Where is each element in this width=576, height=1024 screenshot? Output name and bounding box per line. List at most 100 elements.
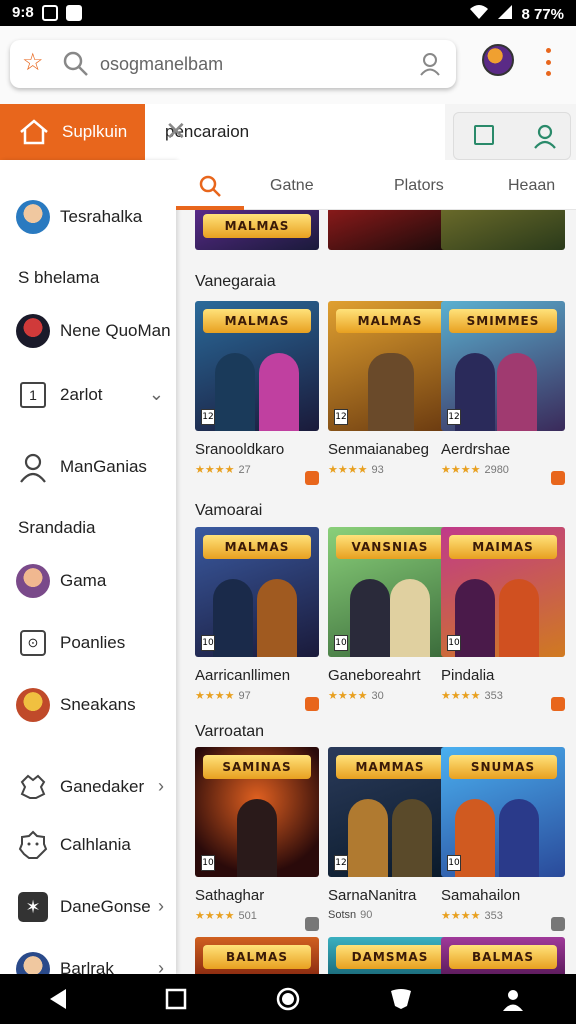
status-time: 9:8 xyxy=(12,4,34,21)
search-icon[interactable] xyxy=(198,174,222,198)
game-logo: BALMAS xyxy=(449,945,557,969)
chevron-right-icon: › xyxy=(158,776,164,796)
person-icon[interactable] xyxy=(502,988,524,1012)
star-icon: ✶ xyxy=(18,892,48,922)
battery-text: 8 77% xyxy=(521,5,564,23)
game-card[interactable]: SAMINAS 10 Sathaghar ★★★★ 501 xyxy=(195,747,319,931)
query-field[interactable]: pencaraion ✕ xyxy=(145,104,445,160)
status-bar: 9:8 8 77% xyxy=(0,0,576,26)
share-icon[interactable] xyxy=(551,917,565,931)
game-card[interactable]: MAIMAS 10 Pindalia ★★★★ 353 xyxy=(441,527,565,711)
like-icon[interactable] xyxy=(305,697,319,711)
sidebar-item-label: Gama xyxy=(60,571,107,590)
game-card[interactable]: MALMAS 10 Aarricanllimen ★★★★ 97 xyxy=(195,527,319,711)
sidebar-item-label: ManGanias xyxy=(60,457,147,476)
game-logo: MAMMAS xyxy=(336,755,444,779)
sidebar-item[interactable]: Calhlania xyxy=(0,822,176,866)
game-card[interactable]: SNUMAS 10 Samahailon ★★★★ 353 xyxy=(441,747,565,931)
chevron-right-icon: › xyxy=(158,958,164,974)
game-card-partial[interactable]: MALMAS xyxy=(195,210,319,250)
square-one-icon: 1 xyxy=(20,382,46,408)
signal-icon xyxy=(497,4,513,24)
game-card[interactable]: MALMAS 12 Senmaianabeg ★★★★ 93 xyxy=(328,301,452,476)
sidebar-item[interactable]: Ganedaker › xyxy=(0,764,176,808)
sidebar-item-label: Sneakans xyxy=(60,695,136,714)
game-card-partial[interactable] xyxy=(328,210,452,250)
sidebar-item[interactable]: Barlrak › xyxy=(0,946,176,974)
home-icon xyxy=(20,119,48,145)
game-logo: DAMSMAS xyxy=(336,945,444,969)
game-title: SarnaNanitra xyxy=(328,887,417,904)
like-icon[interactable] xyxy=(305,471,319,485)
bookmark-icon[interactable] xyxy=(474,125,494,145)
game-card-partial[interactable] xyxy=(441,210,565,250)
gallery-icon xyxy=(41,4,58,21)
sidebar-section-heading: Srandadia xyxy=(18,518,96,537)
game-rating: ★★★★ 353 xyxy=(441,690,503,702)
game-card-partial[interactable]: BALMAS xyxy=(441,937,565,974)
clear-icon[interactable]: ✕ xyxy=(165,118,429,144)
search-input[interactable]: osogmanelbam xyxy=(100,54,223,75)
game-rating: ★★★★ 501 xyxy=(195,910,257,922)
sidebar-profile[interactable]: Tesrahalka xyxy=(0,194,176,238)
shield-icon[interactable] xyxy=(389,988,413,1010)
profile-avatar[interactable] xyxy=(482,44,514,76)
sidebar-item[interactable]: 1 2arlot ⌄ xyxy=(0,372,176,416)
game-logo: MALMAS xyxy=(203,309,311,333)
game-title: Senmaianabeg xyxy=(328,441,429,458)
chevron-right-icon: › xyxy=(158,896,164,916)
sidebar-item[interactable]: ManGanias xyxy=(0,444,176,488)
home-tab[interactable]: Suplkuin xyxy=(0,104,145,160)
user-icon[interactable] xyxy=(532,123,558,149)
sidebar-item[interactable]: ⊙ Poanlies xyxy=(0,620,176,664)
age-rating: 12 xyxy=(201,409,215,425)
navigation-bar xyxy=(0,974,576,1024)
game-card[interactable]: MALMAS 12 Sranooldkaro ★★★★ 27 xyxy=(195,301,319,485)
game-title: Pindalia xyxy=(441,667,495,684)
user-avatar-icon xyxy=(16,952,50,974)
game-logo: SNUMAS xyxy=(449,755,557,779)
sidebar-item[interactable]: Nene QuoMan xyxy=(0,308,176,352)
top-bar: ☆ osogmanelbam xyxy=(0,26,576,104)
game-logo: VANSNIAS xyxy=(336,535,444,559)
home-icon[interactable] xyxy=(276,987,300,1011)
tab-other[interactable]: Heaan xyxy=(508,177,555,195)
user-avatar-icon xyxy=(16,688,50,722)
game-card-partial[interactable]: DAMSMAS xyxy=(328,937,452,974)
more-options-icon[interactable] xyxy=(541,48,555,76)
tab-platforms[interactable]: Plators xyxy=(394,177,444,195)
secondary-bar: Suplkuin pencaraion ✕ xyxy=(0,104,576,160)
age-rating: 10 xyxy=(447,635,461,651)
game-card[interactable]: VANSNIAS 10 Ganeboreahrt ★★★★ 30 xyxy=(328,527,452,702)
game-card[interactable]: SMIMMES 12 Aerdrshae ★★★★ 2980 xyxy=(441,301,565,485)
game-logo: MALMAS xyxy=(203,214,311,238)
game-card-partial[interactable]: BALMAS xyxy=(195,937,319,974)
tab-games[interactable]: Gatne xyxy=(270,177,314,195)
recents-icon[interactable] xyxy=(165,988,187,1010)
sidebar-item[interactable]: Sneakans xyxy=(0,682,176,726)
sidebar-item-label: 2arlot xyxy=(60,385,103,404)
sidebar: Tesrahalka S bhelama Nene QuoMan 1 2arlo… xyxy=(0,160,176,974)
age-rating: 10 xyxy=(334,635,348,651)
search-bar[interactable]: ☆ osogmanelbam xyxy=(10,40,456,88)
section-title: Vamoarai xyxy=(195,502,263,519)
like-icon[interactable] xyxy=(551,697,565,711)
game-avatar-icon xyxy=(16,314,50,348)
game-title: Samahailon xyxy=(441,887,521,904)
like-icon[interactable] xyxy=(551,471,565,485)
game-title: Sranooldkaro xyxy=(195,441,285,458)
account-icon[interactable] xyxy=(418,52,442,76)
sidebar-item[interactable]: Gama xyxy=(0,558,176,602)
smile-icon xyxy=(18,830,48,859)
game-rating: ★★★★ 93 xyxy=(328,464,384,476)
share-icon[interactable] xyxy=(305,917,319,931)
gamepad-icon: ⊙ xyxy=(20,630,46,656)
chevron-down-icon: ⌄ xyxy=(148,384,164,404)
section-title: Varroatan xyxy=(195,723,265,740)
game-card[interactable]: MAMMAS 12 SarnaNanitra Sotsn 90 xyxy=(328,747,452,921)
age-rating: 10 xyxy=(447,855,461,871)
sidebar-item[interactable]: ✶ DaneGonse › xyxy=(0,884,176,928)
game-logo: SMIMMES xyxy=(449,309,557,333)
star-icon[interactable]: ☆ xyxy=(22,50,44,76)
back-icon[interactable] xyxy=(48,988,68,1010)
